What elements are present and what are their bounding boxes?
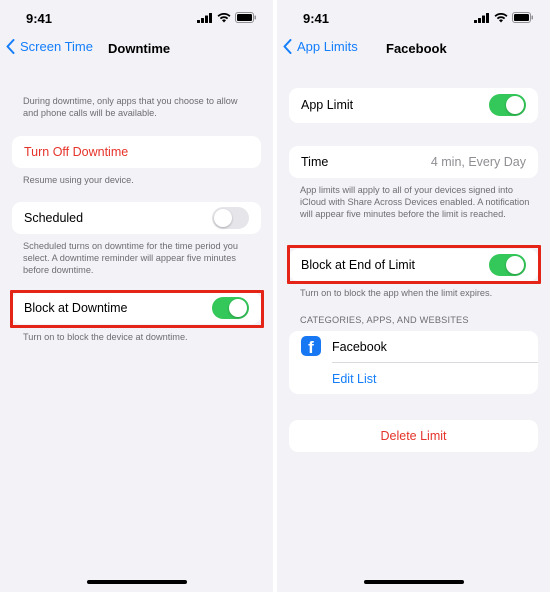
time-note: App limits will apply to all of your dev… xyxy=(300,185,530,219)
toggle-knob xyxy=(214,209,232,227)
turn-off-downtime-button[interactable]: Turn Off Downtime xyxy=(12,136,261,168)
status-bar: 9:41 xyxy=(277,0,550,36)
back-button[interactable]: Screen Time xyxy=(6,39,93,54)
chevron-left-icon xyxy=(6,39,15,54)
block-at-end-of-limit-label: Block at End of Limit xyxy=(301,258,415,272)
back-label: App Limits xyxy=(297,39,358,54)
row-divider xyxy=(332,362,538,363)
app-limit-toggle[interactable] xyxy=(489,94,526,116)
battery-icon xyxy=(512,12,533,23)
nav-bar: App Limits Facebook xyxy=(277,36,550,62)
chevron-left-icon xyxy=(283,39,292,54)
block-at-downtime-label: Block at Downtime xyxy=(24,301,128,315)
facebook-app-name: Facebook xyxy=(332,340,387,354)
block-at-end-of-limit-toggle[interactable] xyxy=(489,254,526,276)
downtime-screen: 9:41 Screen Time Downtime During downtim… xyxy=(0,0,273,592)
wifi-icon xyxy=(494,12,508,22)
facebook-app-icon: f xyxy=(301,336,321,357)
time-label: Time xyxy=(301,155,329,169)
scheduled-toggle[interactable] xyxy=(212,207,249,229)
block-at-downtime-toggle[interactable] xyxy=(212,297,249,319)
battery-icon xyxy=(235,12,256,23)
time-row[interactable]: Time 4 min, Every Day xyxy=(289,146,538,178)
block-at-downtime-note: Turn on to block the device at downtime. xyxy=(23,332,188,342)
home-indicator xyxy=(363,580,464,584)
turn-off-downtime-label: Turn Off Downtime xyxy=(24,145,129,159)
status-bar: 9:41 xyxy=(0,0,273,36)
nav-bar: Screen Time Downtime xyxy=(0,36,273,62)
block-at-downtime-row: Block at Downtime xyxy=(12,292,261,324)
time-value: 4 min, Every Day xyxy=(430,155,526,169)
status-icons xyxy=(474,12,534,23)
delete-limit-label: Delete Limit xyxy=(380,429,447,443)
scheduled-label: Scheduled xyxy=(24,211,84,225)
edit-list-button[interactable]: Edit List xyxy=(332,372,376,386)
home-indicator xyxy=(86,580,187,584)
block-at-end-of-limit-note: Turn on to block the app when the limit … xyxy=(300,288,493,298)
toggle-knob xyxy=(506,256,524,274)
downtime-intro-text: During downtime, only apps that you choo… xyxy=(23,96,238,118)
page-title: Downtime xyxy=(108,41,171,56)
categories-card: f Facebook Edit List xyxy=(289,331,538,394)
wifi-icon xyxy=(217,12,231,22)
toggle-knob xyxy=(229,299,247,317)
facebook-app-limit-screen: 9:41 App Limits Facebook App Limit Time … xyxy=(277,0,550,592)
status-icons xyxy=(197,12,257,23)
page-title: Facebook xyxy=(386,41,447,56)
status-time: 9:41 xyxy=(26,11,53,26)
app-limit-row: App Limit xyxy=(289,88,538,123)
toggle-knob xyxy=(506,96,524,114)
block-at-end-of-limit-row: Block at End of Limit xyxy=(289,249,538,281)
back-button[interactable]: App Limits xyxy=(283,39,358,54)
turn-off-note: Resume using your device. xyxy=(23,175,134,185)
back-label: Screen Time xyxy=(20,39,93,54)
categories-section-header: CATEGORIES, APPS, AND WEBSITES xyxy=(300,315,469,325)
delete-limit-button[interactable]: Delete Limit xyxy=(289,420,538,452)
scheduled-row: Scheduled xyxy=(12,202,261,234)
app-limit-label: App Limit xyxy=(301,98,354,112)
signal-icon xyxy=(197,12,212,23)
signal-icon xyxy=(474,12,489,23)
status-time: 9:41 xyxy=(303,11,330,26)
scheduled-note: Scheduled turns on downtime for the time… xyxy=(23,241,239,275)
